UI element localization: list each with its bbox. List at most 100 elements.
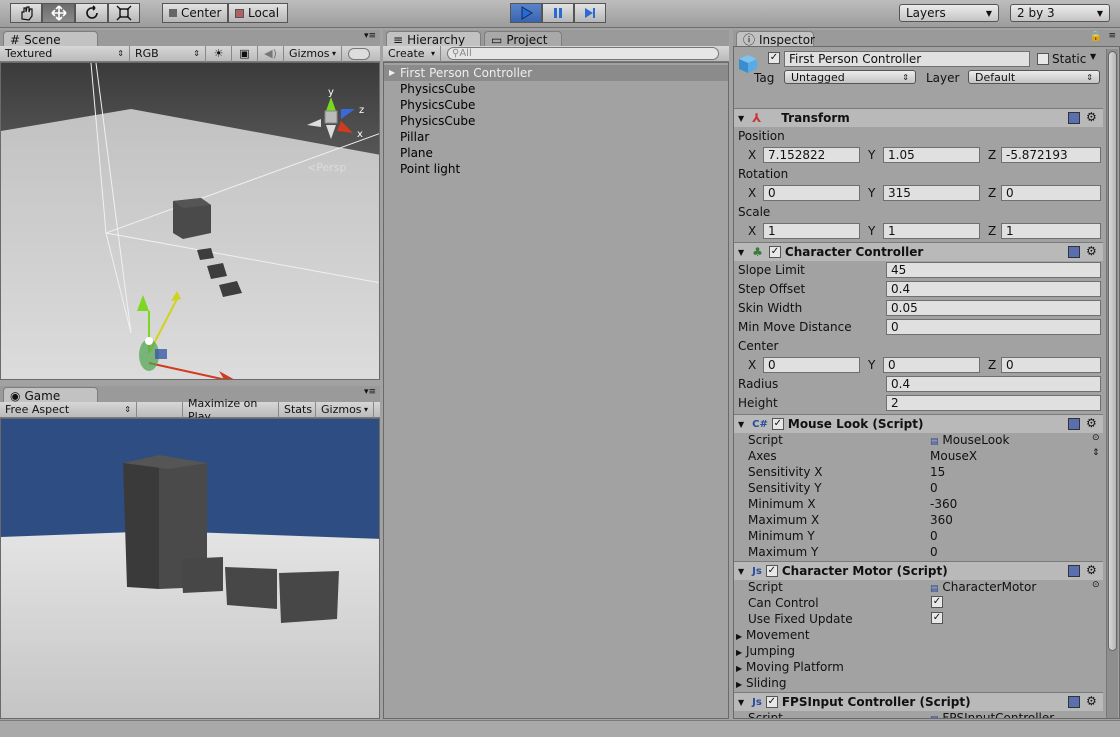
position-y-field[interactable]: 1.05 <box>883 147 980 163</box>
panel-menu-icon[interactable]: ≡ <box>1108 31 1116 41</box>
min-move-distance-field[interactable]: 0 <box>886 319 1101 335</box>
layout-dropdown[interactable]: 2 by 3 ▼ <box>1010 4 1110 22</box>
aspect-dropdown[interactable]: Free Aspect ⇕ <box>0 401 137 418</box>
foldout-arrow-icon[interactable]: ▼ <box>738 248 744 257</box>
rotation-z-field[interactable]: 0 <box>1001 185 1101 201</box>
minimum-y-field[interactable]: 0 <box>930 529 938 543</box>
center-x-field[interactable]: 0 <box>763 357 860 373</box>
gear-icon[interactable]: ⚙ <box>1086 694 1097 708</box>
component-enabled-checkbox[interactable]: ✓ <box>765 565 778 577</box>
move-tool-button[interactable] <box>42 3 75 23</box>
render-mode-dropdown[interactable]: Textured ⇕ <box>0 45 130 62</box>
list-item[interactable]: ▶ First Person Controller <box>384 65 728 81</box>
component-enabled-checkbox[interactable]: ✓ <box>771 418 784 430</box>
lock-icon[interactable]: 🔒 <box>1090 31 1102 42</box>
character-motor-header[interactable]: ▼ Js ✓ Character Motor (Script) ⚙ <box>734 561 1103 580</box>
tab-inspector[interactable]: ⓘ Inspector <box>736 31 815 47</box>
active-checkbox[interactable]: ✓ <box>768 52 780 64</box>
center-y-field[interactable]: 0 <box>883 357 980 373</box>
audio-toggle[interactable]: ◀) <box>258 45 284 62</box>
tab-project[interactable]: ▭ Project <box>484 31 562 47</box>
script-reference-field[interactable]: ▤ CharacterMotor <box>930 580 1036 594</box>
foldout-arrow-icon[interactable]: ▼ <box>738 420 744 429</box>
scene-viewport[interactable]: y z x <Persp <box>0 62 380 380</box>
position-x-field[interactable]: 7.152822 <box>763 147 860 163</box>
panel-menu-icon[interactable]: ▾≡ <box>364 387 376 397</box>
can-control-checkbox[interactable]: ✓ <box>931 596 943 608</box>
updown-icon[interactable]: ⇕ <box>1092 448 1100 458</box>
rotate-tool-button[interactable] <box>75 3 108 23</box>
static-dropdown-arrow-icon[interactable]: ▼ <box>1090 52 1096 61</box>
sensitivity-y-field[interactable]: 0 <box>930 481 938 495</box>
inspector-scrollbar[interactable] <box>1106 49 1118 718</box>
scale-z-field[interactable]: 1 <box>1001 223 1101 239</box>
panel-menu-icon[interactable]: ▾≡ <box>364 31 376 41</box>
list-item[interactable]: Point light <box>384 161 728 177</box>
gear-icon[interactable]: ⚙ <box>1086 563 1097 577</box>
help-book-icon[interactable] <box>1068 565 1080 577</box>
help-book-icon[interactable] <box>1068 696 1080 708</box>
play-button[interactable] <box>510 3 542 23</box>
pivot-center-button[interactable]: Center <box>162 3 228 23</box>
step-button[interactable] <box>574 3 606 23</box>
minimum-x-field[interactable]: -360 <box>930 497 957 511</box>
hierarchy-search-input[interactable]: ⚲All <box>447 47 719 60</box>
lighting-toggle[interactable]: ☀ <box>206 45 232 62</box>
mouse-look-header[interactable]: ▼ C# ✓ Mouse Look (Script) ⚙ <box>734 414 1103 433</box>
object-picker-icon[interactable]: ⊙ <box>1092 580 1100 590</box>
gear-icon[interactable]: ⚙ <box>1086 244 1097 258</box>
layers-dropdown[interactable]: Layers ▼ <box>899 4 999 22</box>
game-gizmos-dropdown[interactable]: Gizmos ▾ <box>316 401 374 418</box>
sensitivity-x-field[interactable]: 15 <box>930 465 945 479</box>
script-reference-field[interactable]: ▤ MouseLook <box>930 433 1009 447</box>
foldout-arrow-icon[interactable]: ▼ <box>738 114 744 123</box>
jumping-foldout[interactable]: ▶ Jumping <box>736 644 795 658</box>
list-item[interactable]: PhysicsCube <box>384 113 728 129</box>
static-checkbox[interactable] <box>1037 53 1049 65</box>
maximum-x-field[interactable]: 360 <box>930 513 953 527</box>
radius-field[interactable]: 0.4 <box>886 376 1101 392</box>
foldout-arrow-icon[interactable]: ▼ <box>738 567 744 576</box>
stats-toggle[interactable]: Stats <box>279 401 316 418</box>
scene-search-field[interactable] <box>348 47 370 60</box>
skin-width-field[interactable]: 0.05 <box>886 300 1101 316</box>
maximize-on-play-toggle[interactable]: Maximize on Play <box>183 397 279 423</box>
sliding-foldout[interactable]: ▶ Sliding <box>736 676 786 690</box>
perspective-label[interactable]: <Persp <box>307 161 346 174</box>
fps-input-header[interactable]: ▼ Js ✓ FPSInput Controller (Script) ⚙ <box>734 692 1103 711</box>
moving-platform-foldout[interactable]: ▶ Moving Platform <box>736 660 844 674</box>
position-z-field[interactable]: -5.872193 <box>1001 147 1101 163</box>
scrollbar-thumb[interactable] <box>1108 51 1117 651</box>
layer-dropdown[interactable]: Default ⇕ <box>968 70 1100 84</box>
gear-icon[interactable]: ⚙ <box>1086 416 1097 430</box>
help-book-icon[interactable] <box>1068 246 1080 258</box>
maximum-y-field[interactable]: 0 <box>930 545 938 559</box>
movement-foldout[interactable]: ▶ Movement <box>736 628 810 642</box>
scale-tool-button[interactable] <box>108 3 140 23</box>
color-mode-dropdown[interactable]: RGB ⇕ <box>130 45 206 62</box>
scale-x-field[interactable]: 1 <box>763 223 860 239</box>
tag-dropdown[interactable]: Untagged ⇕ <box>784 70 916 84</box>
component-enabled-checkbox[interactable]: ✓ <box>768 246 781 258</box>
object-name-field[interactable]: First Person Controller <box>784 51 1030 67</box>
help-book-icon[interactable] <box>1068 112 1080 124</box>
list-item[interactable]: Plane <box>384 145 728 161</box>
create-dropdown[interactable]: Create ▾ <box>383 45 441 62</box>
space-local-button[interactable]: Local <box>228 3 288 23</box>
transform-header[interactable]: ▼ ⅄ Transform ⚙ <box>734 108 1103 127</box>
rotation-y-field[interactable]: 315 <box>883 185 980 201</box>
pause-button[interactable] <box>542 3 574 23</box>
game-viewport[interactable] <box>0 418 380 719</box>
scene-gizmos-dropdown[interactable]: Gizmos ▾ <box>284 45 342 62</box>
foldout-arrow-icon[interactable]: ▼ <box>738 698 744 707</box>
axes-dropdown[interactable]: MouseX <box>930 449 977 463</box>
list-item[interactable]: Pillar <box>384 129 728 145</box>
center-z-field[interactable]: 0 <box>1001 357 1101 373</box>
scale-y-field[interactable]: 1 <box>883 223 980 239</box>
slope-limit-field[interactable]: 45 <box>886 262 1101 278</box>
gear-icon[interactable]: ⚙ <box>1086 110 1097 124</box>
character-controller-header[interactable]: ▼ ♣ ✓ Character Controller ⚙ <box>734 242 1103 261</box>
help-book-icon[interactable] <box>1068 418 1080 430</box>
hand-tool-button[interactable] <box>10 3 42 23</box>
list-item[interactable]: PhysicsCube <box>384 97 728 113</box>
